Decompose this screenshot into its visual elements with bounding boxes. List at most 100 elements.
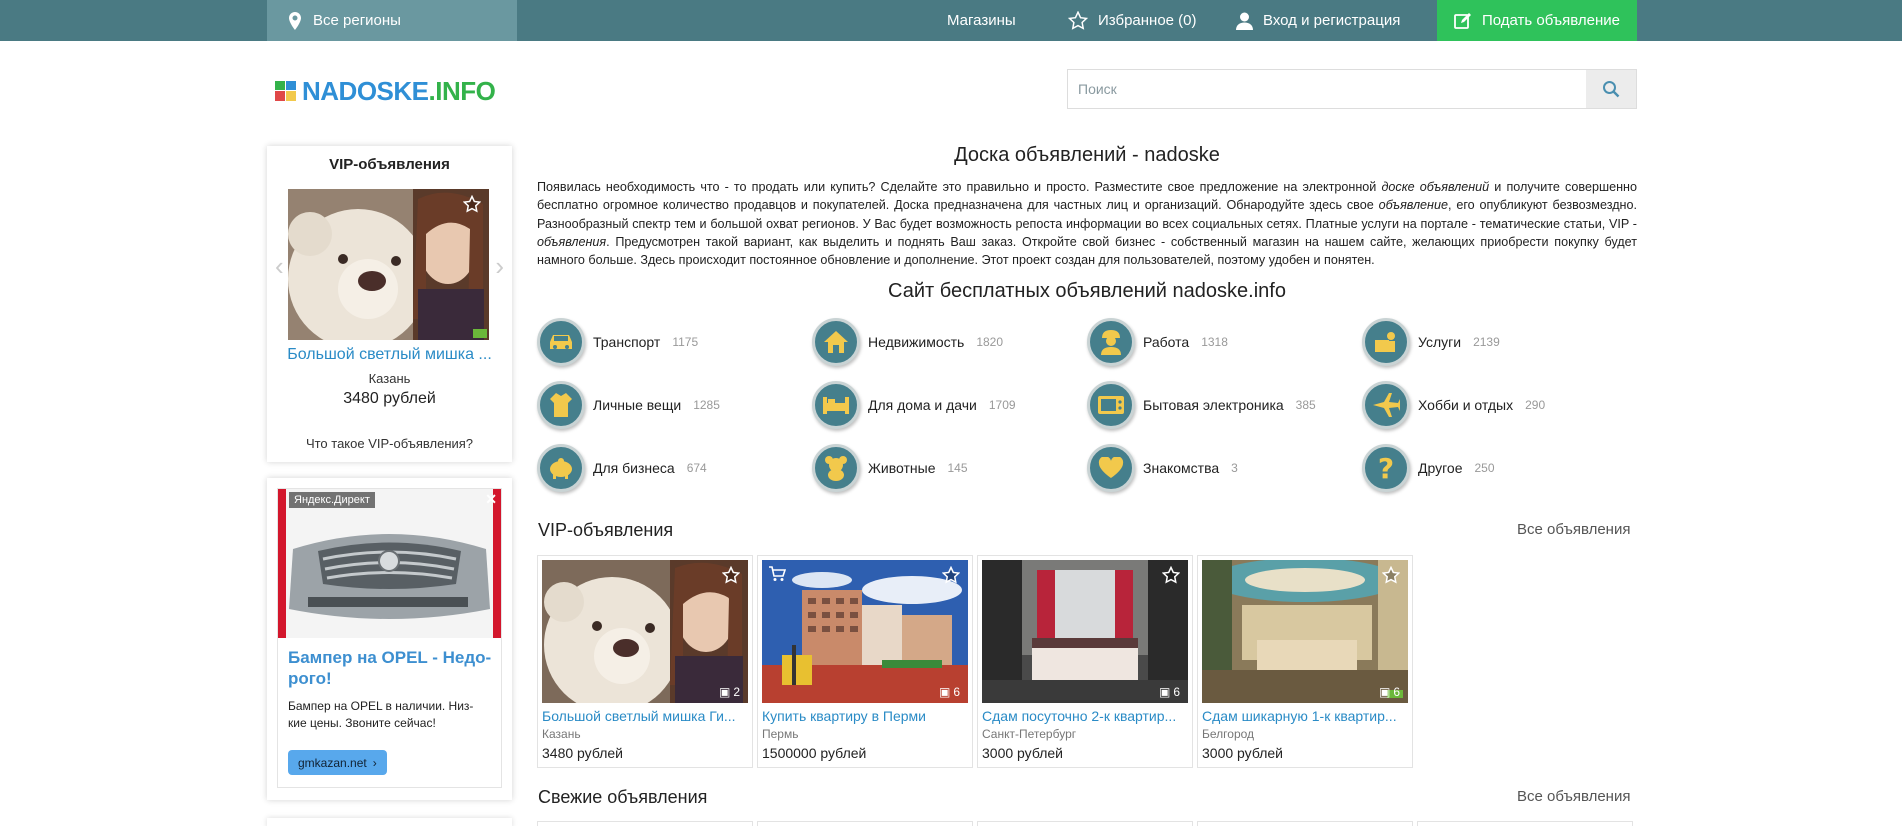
ad-card-price: 3000 рублей <box>1202 745 1283 761</box>
chevron-right-icon: › <box>372 755 377 770</box>
category-services[interactable]: Услуги 2139 <box>1362 318 1500 366</box>
ad-text: Бампер на OPEL в наличии. Низ-кие цены. … <box>288 699 474 730</box>
category-count: 145 <box>947 461 968 475</box>
page-title: Доска объявлений - nadoske <box>954 144 1220 166</box>
sidebar-block-stub <box>267 818 512 826</box>
favorite-star-icon[interactable] <box>722 566 740 584</box>
ad-card[interactable]: ▣ 2 Большой светлый мишка Ги... Казань 34… <box>537 555 753 768</box>
category-label: Личные вещи <box>593 397 682 413</box>
fresh-card-stub[interactable] <box>757 821 973 826</box>
comment-icon: ▣ <box>1158 685 1171 699</box>
ad-card-title[interactable]: Большой светлый мишка Ги... <box>542 708 747 724</box>
vip-sidebar-item-title[interactable]: Большой светлый мишка ... <box>277 346 502 364</box>
apartment-interior-photo <box>1202 560 1408 703</box>
photo-count-value: 6 <box>953 685 960 699</box>
category-home-garden[interactable]: Для дома и дачи 1709 <box>812 381 1016 429</box>
ad-card-image[interactable]: ▣ 2 <box>542 560 748 703</box>
category-count: 385 <box>1295 398 1316 412</box>
ad-card-city: Казань <box>542 727 581 741</box>
plane-icon <box>1362 381 1410 429</box>
edit-icon <box>1454 12 1471 29</box>
category-animals[interactable]: Животные 145 <box>812 444 968 492</box>
ad-card[interactable]: ▣ 6 Сдам шикарную 1-к квартир... Белгород… <box>1197 555 1413 768</box>
ad-card-title[interactable]: Купить квартиру в Перми <box>762 708 967 724</box>
ad-card[interactable]: Яндекс.Директ ✕ Бампер на OPEL - Недо-ро… <box>277 488 502 788</box>
ad-card[interactable]: ▣ 6 Купить квартиру в Перми Пермь 1500000… <box>757 555 973 768</box>
category-label: Услуги <box>1418 334 1462 350</box>
bed-icon <box>812 381 860 429</box>
ad-card-title[interactable]: Сдам посуточно 2-к квартир... <box>982 708 1187 724</box>
favorites-label: Избранное (0) <box>1098 12 1197 29</box>
favorites-link[interactable]: Избранное (0) <box>1068 0 1197 41</box>
category-count: 2139 <box>1473 335 1500 349</box>
category-other[interactable]: ? Другое 250 <box>1362 444 1495 492</box>
logo-text-main: NADOSKE <box>302 75 429 106</box>
piggy-bank-icon <box>537 444 585 492</box>
post-ad-button[interactable]: Подать объявление <box>1437 0 1637 41</box>
category-hobbies[interactable]: Хобби и отдых 290 <box>1362 381 1545 429</box>
category-electronics[interactable]: Бытовая электроника 385 <box>1087 381 1316 429</box>
category-label: Недвижимость <box>868 334 965 350</box>
ad-card[interactable]: ▣ 6 Сдам посуточно 2-к квартир... Санкт-П… <box>977 555 1193 768</box>
what-is-vip-link[interactable]: Что такое VIP-объявления? <box>267 436 512 451</box>
ad-card-image[interactable]: ▣ 6 <box>982 560 1188 703</box>
chevron-right-icon[interactable]: › <box>495 251 504 282</box>
category-count: 1175 <box>672 335 699 349</box>
category-label: Бытовая электроника <box>1143 397 1284 413</box>
comment-icon: ▣ <box>1378 685 1391 699</box>
category-label: Для бизнеса <box>593 460 675 476</box>
fresh-section-title: Свежие объявления <box>538 787 708 807</box>
category-label: Хобби и отдых <box>1418 397 1514 413</box>
favorite-star-icon[interactable] <box>1382 566 1400 584</box>
ad-image[interactable]: Яндекс.Директ ✕ <box>278 489 501 638</box>
search-button[interactable] <box>1586 70 1636 108</box>
category-transport[interactable]: Транспорт 1175 <box>537 318 698 366</box>
shops-link[interactable]: Магазины <box>947 0 1016 41</box>
fresh-card-stub[interactable] <box>1417 821 1633 826</box>
fresh-card-stub[interactable] <box>537 821 753 826</box>
ad-provider-label: Яндекс.Директ <box>289 492 375 508</box>
star-icon <box>1068 11 1088 30</box>
fresh-card-stub[interactable] <box>977 821 1193 826</box>
ad-card-price: 3480 рублей <box>542 745 623 761</box>
search-input[interactable] <box>1068 70 1586 108</box>
ad-card-image[interactable]: ▣ 6 <box>1202 560 1408 703</box>
search-icon <box>1603 81 1620 98</box>
ad-site-button[interactable]: gmkazan.net › <box>288 750 387 775</box>
favorite-star-icon[interactable] <box>463 195 481 213</box>
category-personal-items[interactable]: Личные вещи 1285 <box>537 381 720 429</box>
intro-part-1: Появилась необходимость что - то продать… <box>537 180 1382 194</box>
intro-emphasis-3: объявления <box>537 234 607 249</box>
region-selector[interactable]: Все регионы <box>267 0 517 41</box>
category-count: 1285 <box>693 398 720 412</box>
vip-section-title: VIP-объявления <box>538 520 674 540</box>
category-business[interactable]: Для бизнеса 674 <box>537 444 707 492</box>
favorite-star-icon[interactable] <box>1162 566 1180 584</box>
fresh-card-stub[interactable] <box>1197 821 1413 826</box>
category-count: 674 <box>686 461 707 475</box>
logo-icon <box>275 81 296 101</box>
favorite-star-icon[interactable] <box>942 566 960 584</box>
clothes-icon <box>537 381 585 429</box>
close-icon[interactable]: ✕ <box>485 491 497 508</box>
category-label: Знакомства <box>1143 460 1220 476</box>
ad-site-label: gmkazan.net <box>298 755 367 770</box>
site-logo[interactable]: NADOSKE.INFO <box>274 75 496 107</box>
vip-all-link[interactable]: Все объявления <box>1517 521 1630 538</box>
ad-card-title[interactable]: Сдам шикарную 1-к квартир... <box>1202 708 1407 724</box>
category-real-estate[interactable]: Недвижимость 1820 <box>812 318 1003 366</box>
shops-label: Магазины <box>947 12 1016 29</box>
comment-icon: ▣ <box>938 685 951 699</box>
fresh-all-link[interactable]: Все объявления <box>1517 788 1630 805</box>
category-count: 1318 <box>1201 335 1228 349</box>
chevron-left-icon[interactable]: ‹ <box>275 251 284 282</box>
ad-title[interactable]: Бампер на OPEL - Недо-рого! <box>288 647 493 689</box>
category-dating[interactable]: Знакомства 3 <box>1087 444 1238 492</box>
ad-card-image[interactable]: ▣ 6 <box>762 560 968 703</box>
category-jobs[interactable]: Работа 1318 <box>1087 318 1228 366</box>
vip-sidebar-image[interactable] <box>288 189 489 340</box>
logo-text: NADOSKE.INFO <box>302 75 496 107</box>
logo-text-domain: .INFO <box>428 75 496 106</box>
login-link[interactable]: Вход и регистрация <box>1236 0 1400 41</box>
photo-count: ▣ 6 <box>1379 685 1400 699</box>
